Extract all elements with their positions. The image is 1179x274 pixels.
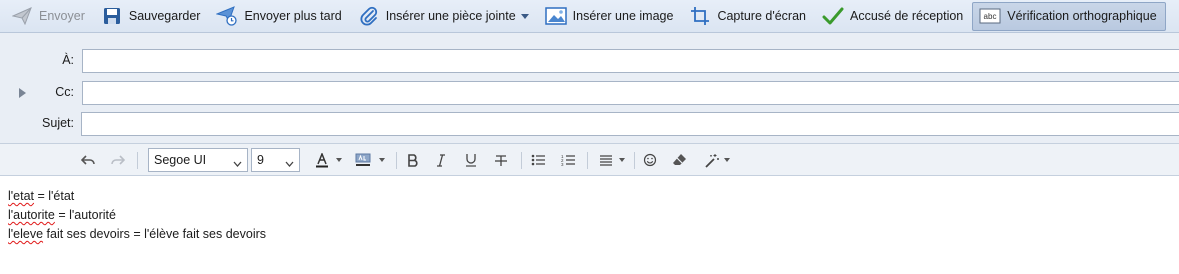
font-family-select[interactable]: Segoe UI: [148, 148, 248, 172]
send-later-label: Envoyer plus tard: [244, 9, 342, 23]
misspelled-word[interactable]: l'autorite: [8, 208, 55, 222]
spellcheck-label: Vérification orthographique: [1007, 9, 1157, 23]
bullet-list-icon[interactable]: [529, 150, 547, 170]
clear-format-icon[interactable]: [670, 150, 688, 170]
body-line: l'etat = l'état: [8, 187, 1171, 206]
to-row: À:: [0, 49, 1179, 73]
font-size-select[interactable]: 9: [251, 148, 300, 172]
screenshot-button[interactable]: Capture d'écran: [682, 2, 815, 31]
separator: [137, 152, 138, 169]
body-line: l'eleve fait ses devoirs = l'élève fait …: [8, 225, 1171, 244]
underline-icon[interactable]: [462, 150, 480, 170]
send-label: Envoyer: [39, 9, 85, 23]
paperclip-icon: [358, 5, 380, 27]
body-text: = l'autorité: [54, 208, 116, 222]
font-color-icon[interactable]: [313, 150, 331, 170]
save-label: Sauvegarder: [128, 9, 201, 23]
spellcheck-icon-text: abc: [984, 12, 997, 21]
message-body[interactable]: l'etat = l'état l'autorite = l'autorité l'…: [0, 176, 1179, 274]
body-text: fait ses devoirs = l'élève fait ses devo…: [43, 227, 267, 241]
cc-label: Cc:: [55, 85, 74, 99]
redo-icon[interactable]: [108, 150, 128, 170]
to-field[interactable]: [82, 49, 1179, 73]
numbered-list-icon[interactable]: 123: [559, 150, 577, 170]
receipt-button[interactable]: Accusé de réception: [815, 2, 972, 31]
align-icon[interactable]: [597, 150, 615, 170]
separator: [587, 152, 588, 169]
highlight-icon[interactable]: [353, 150, 373, 170]
undo-icon[interactable]: [78, 150, 98, 170]
italic-icon[interactable]: [432, 150, 450, 170]
screenshot-icon: [689, 5, 711, 27]
subject-label: Sujet:: [42, 116, 74, 130]
cc-row: Cc:: [0, 81, 1179, 105]
send-later-icon: [216, 5, 238, 27]
emoji-icon[interactable]: [641, 150, 659, 170]
chevron-down-icon[interactable]: [722, 150, 732, 170]
chevron-down-icon: [233, 156, 242, 170]
to-label: À:: [62, 53, 74, 67]
screenshot-label: Capture d'écran: [717, 9, 806, 23]
insert-image-button[interactable]: Insérer une image: [538, 2, 683, 31]
attach-button[interactable]: Insérer une pièce jointe: [351, 2, 538, 31]
subject-field[interactable]: [81, 112, 1179, 136]
separator: [521, 152, 522, 169]
bold-icon[interactable]: [404, 150, 422, 170]
receipt-label: Accusé de réception: [850, 9, 964, 23]
send-button[interactable]: Envoyer: [4, 2, 94, 31]
send-later-button[interactable]: Envoyer plus tard: [209, 2, 350, 31]
svg-text:3: 3: [561, 162, 564, 166]
save-button[interactable]: Sauvegarder: [94, 2, 210, 31]
chevron-down-icon[interactable]: [520, 13, 529, 19]
separator: [396, 152, 397, 169]
spellcheck-button[interactable]: abc Vérification orthographique: [972, 1, 1166, 31]
separator: [634, 152, 635, 169]
spellcheck-icon: abc: [979, 5, 1001, 27]
strikethrough-icon[interactable]: [492, 150, 510, 170]
send-icon: [11, 5, 33, 27]
save-icon: [101, 5, 123, 27]
body-line: l'autorite = l'autorité: [8, 206, 1171, 225]
magic-wand-icon[interactable]: [703, 150, 721, 170]
insert-image-label: Insérer une image: [572, 9, 674, 23]
misspelled-word[interactable]: l'etat: [8, 189, 34, 203]
font-family-value: Segoe UI: [154, 153, 207, 167]
chevron-down-icon[interactable]: [377, 150, 387, 170]
body-text: = l'état: [34, 189, 75, 203]
font-size-value: 9: [257, 153, 264, 167]
attach-label: Insérer une pièce jointe: [385, 9, 516, 23]
chevron-down-icon[interactable]: [617, 150, 627, 170]
misspelled-word[interactable]: l'eleve: [8, 227, 43, 241]
cc-field[interactable]: [82, 81, 1179, 105]
checkmark-icon: [822, 5, 844, 27]
subject-row: Sujet:: [0, 112, 1179, 136]
chevron-down-icon: [285, 156, 294, 170]
message-header: À: Cc: Sujet:: [0, 33, 1179, 143]
image-icon: [544, 5, 567, 27]
main-toolbar: Envoyer Sauvegarder Envoyer plus tard In…: [0, 0, 1179, 33]
format-toolbar: Segoe UI 9 123: [0, 143, 1179, 176]
chevron-down-icon[interactable]: [334, 150, 344, 170]
